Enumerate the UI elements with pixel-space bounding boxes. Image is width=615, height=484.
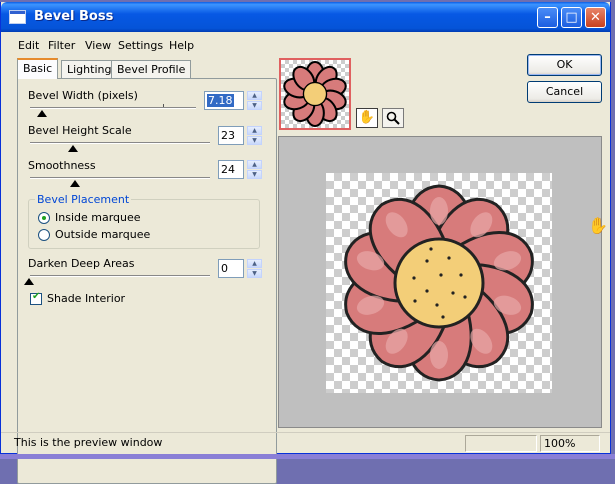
tab-lighting[interactable]: Lighting (61, 60, 118, 78)
preview-window[interactable] (278, 136, 602, 428)
shade-interior-checkbox[interactable] (30, 291, 42, 305)
title-bar[interactable]: Bevel Boss – □ ✕ (1, 2, 610, 32)
menu-edit[interactable]: Edit (18, 39, 39, 52)
smoothness-spinner[interactable]: ▲ ▼ (247, 160, 262, 179)
darken-deep-areas-label: Darken Deep Areas (28, 257, 135, 270)
darken-slider-thumb[interactable] (24, 278, 34, 285)
bevel-width-slider-track[interactable] (30, 107, 196, 109)
smoothness-slider-track[interactable] (30, 177, 210, 179)
bevel-height-spinner[interactable]: ▲ ▼ (247, 126, 262, 145)
bevel-placement-group: Bevel Placement Inside marquee Outside m… (28, 193, 260, 249)
bevel-placement-title: Bevel Placement (35, 193, 132, 206)
menu-view[interactable]: View (85, 39, 111, 52)
desktop-background (0, 454, 615, 459)
inside-marquee-label[interactable]: Inside marquee (55, 211, 141, 224)
preview-canvas (326, 173, 552, 393)
tab-bevel-profile[interactable]: Bevel Profile (111, 60, 192, 78)
status-message: This is the preview window (14, 436, 163, 449)
smoothness-input[interactable]: 24 (218, 160, 244, 179)
settings-panel: Basic Lighting Bevel Profile Bevel Width… (13, 58, 277, 484)
hand-pan-icon[interactable]: ✋ (356, 108, 378, 128)
spin-up-icon[interactable]: ▲ (247, 160, 262, 169)
darken-spinner[interactable]: ▲ ▼ (247, 259, 262, 278)
smoothness-label: Smoothness (28, 159, 96, 172)
tab-basic[interactable]: Basic (17, 58, 59, 79)
cancel-button[interactable]: Cancel (527, 81, 602, 103)
spin-down-icon[interactable]: ▼ (247, 136, 262, 145)
zoom-level: 100% (540, 435, 600, 452)
slider-tick (163, 104, 164, 107)
bevel-height-slider-track[interactable] (30, 142, 210, 144)
bevel-width-value: 7.18 (207, 94, 234, 107)
window-title: Bevel Boss (34, 9, 114, 24)
bevel-width-slider-thumb[interactable] (36, 110, 47, 117)
app-window-icon (9, 10, 26, 24)
menu-help[interactable]: Help (169, 39, 194, 52)
darken-input[interactable]: 0 (218, 259, 244, 278)
bevel-width-label: Bevel Width (pixels) (28, 89, 138, 102)
smoothness-slider-thumb[interactable] (70, 180, 81, 187)
outside-marquee-label[interactable]: Outside marquee (55, 228, 150, 241)
thumbnail-flower (283, 61, 347, 127)
bevel-height-input[interactable]: 23 (218, 126, 244, 145)
spin-down-icon[interactable]: ▼ (247, 269, 262, 278)
darken-slider-track[interactable] (30, 275, 210, 277)
menu-bar: Edit Filter View Settings Help (1, 36, 610, 54)
close-button[interactable]: ✕ (585, 7, 606, 28)
bevel-boss-window: Bevel Boss – □ ✕ Edit Filter View Settin… (0, 2, 611, 484)
bevel-height-slider-thumb[interactable] (68, 145, 79, 152)
spin-down-icon[interactable]: ▼ (247, 101, 262, 110)
inside-marquee-radio[interactable] (38, 212, 50, 224)
maximize-button[interactable]: □ (561, 7, 582, 28)
menu-settings[interactable]: Settings (118, 39, 163, 52)
outside-marquee-radio[interactable] (38, 229, 50, 241)
magnifier-icon[interactable] (382, 108, 404, 128)
basic-tab-content: Bevel Width (pixels) 7.18 ▲ ▼ Bevel Heigh… (17, 78, 277, 484)
ok-button[interactable]: OK (527, 54, 602, 76)
hand-cursor-icon: ✋ (588, 216, 608, 235)
preview-flower (344, 184, 534, 382)
status-empty-cell (465, 435, 537, 452)
menu-filter[interactable]: Filter (48, 39, 75, 52)
shade-interior-label[interactable]: Shade Interior (47, 292, 125, 305)
status-bar: This is the preview window 100% (1, 432, 610, 452)
bevel-width-input[interactable]: 7.18 (204, 91, 244, 110)
spin-down-icon[interactable]: ▼ (247, 170, 262, 179)
spin-up-icon[interactable]: ▲ (247, 259, 262, 268)
spin-up-icon[interactable]: ▲ (247, 126, 262, 135)
navigator-thumbnail[interactable] (279, 58, 351, 130)
minimize-button[interactable]: – (537, 7, 558, 28)
bevel-height-label: Bevel Height Scale (28, 124, 132, 137)
spin-up-icon[interactable]: ▲ (247, 91, 262, 100)
bevel-width-spinner[interactable]: ▲ ▼ (247, 91, 262, 110)
